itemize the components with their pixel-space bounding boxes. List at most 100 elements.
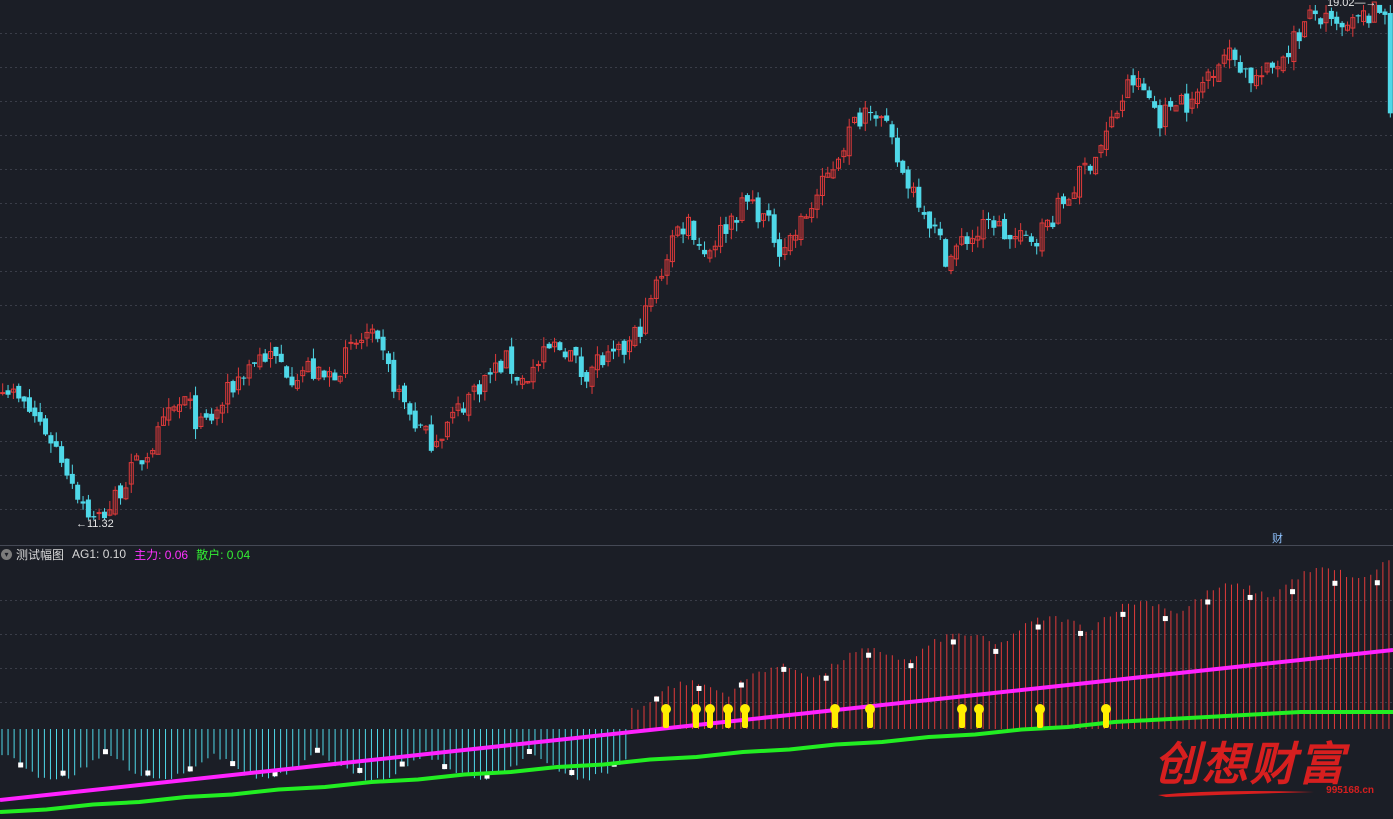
candle-body — [1286, 52, 1292, 58]
candle-body — [428, 424, 434, 451]
candle-body — [621, 340, 627, 355]
candle-body — [5, 390, 11, 395]
candle-body — [943, 239, 949, 267]
candle-body — [278, 353, 284, 363]
indicator-dot — [399, 761, 405, 767]
candle-body — [85, 499, 91, 518]
candle-body — [1061, 196, 1067, 205]
candle-body — [1028, 236, 1034, 242]
indicator-dot — [1290, 589, 1296, 595]
candle-body — [139, 460, 145, 465]
candle-body — [0, 392, 6, 395]
left-arrow-icon: ← — [76, 518, 87, 530]
ag1-value: AG1: 0.10 — [72, 547, 127, 561]
candle-body — [1312, 10, 1318, 15]
signal-head — [957, 704, 967, 714]
indicator-dot — [187, 766, 193, 772]
signal-head — [723, 704, 733, 714]
indicator-dot — [18, 762, 24, 768]
signal-head — [1101, 704, 1111, 714]
candle-body — [498, 360, 504, 373]
candle-body — [546, 343, 552, 349]
candlestick-series — [0, 1, 1393, 520]
indicator-dot — [1120, 611, 1126, 617]
candle-body — [1237, 62, 1243, 73]
candle-body — [766, 210, 772, 216]
candle-body — [1087, 165, 1093, 171]
indicator-dot — [1374, 580, 1380, 586]
indicator-dot — [526, 749, 532, 755]
signal-head — [705, 704, 715, 714]
candle-body — [680, 228, 686, 235]
candle-body — [284, 366, 290, 378]
candle-body — [584, 372, 590, 382]
candle-body — [1296, 32, 1302, 42]
candle-body — [289, 376, 295, 386]
candle-body — [43, 418, 49, 435]
candle-body — [744, 195, 750, 202]
candle-body — [696, 244, 702, 246]
candle-body — [1382, 11, 1388, 15]
candle-body — [80, 501, 86, 504]
indicator-dot — [866, 652, 872, 658]
candle-body — [916, 186, 922, 208]
main-force-value: 主力: 0.06 — [134, 547, 189, 562]
indicator-name[interactable]: 测试幅图 — [16, 546, 64, 563]
candle-body — [1034, 242, 1040, 247]
candle-body — [203, 413, 209, 418]
candle-body — [1007, 234, 1013, 240]
candle-body — [402, 385, 408, 403]
price-high-label: 19.02—→ — [1327, 0, 1377, 9]
signal-head — [865, 704, 875, 714]
candle-body — [905, 169, 911, 189]
candle-body — [991, 220, 997, 228]
candle-body — [1259, 75, 1265, 78]
candle-body — [412, 410, 418, 429]
chart-grid — [0, 33, 1393, 510]
candle-body — [230, 381, 236, 393]
candle-body — [868, 111, 874, 114]
candle-body — [418, 424, 424, 426]
indicator-dot — [1205, 599, 1211, 605]
indicator-dot — [823, 675, 829, 681]
candle-body — [857, 112, 863, 127]
indicator-dot — [1078, 630, 1084, 636]
brush-stroke — [1158, 791, 1314, 797]
candle-body — [573, 346, 579, 356]
chevron-down-icon[interactable]: ▾ — [1, 548, 12, 560]
candle-body — [477, 384, 483, 395]
candle-body — [321, 370, 327, 378]
signal-head — [974, 704, 984, 714]
indicator-dot — [1162, 616, 1168, 622]
indicator-dot — [1035, 624, 1041, 630]
candle-body — [964, 236, 970, 245]
candle-body — [691, 220, 697, 240]
indicator-dot — [1332, 580, 1338, 586]
candle-body — [894, 137, 900, 163]
indicator-dot — [442, 764, 448, 770]
candle-body — [1168, 101, 1174, 107]
finance-marker[interactable]: 财 — [1272, 530, 1283, 546]
candle-body — [37, 412, 43, 422]
candle-body — [75, 484, 81, 500]
candle-body — [487, 372, 493, 375]
candle-body — [53, 441, 59, 447]
candle-body — [755, 197, 761, 223]
indicator-dot — [950, 639, 956, 645]
candle-body — [878, 116, 884, 119]
candle-body — [937, 228, 943, 236]
signal-head — [830, 704, 840, 714]
indicator-dot — [908, 663, 914, 669]
candle-body — [1243, 68, 1249, 70]
indicator-dot — [102, 749, 108, 755]
indicator-dot — [993, 648, 999, 654]
candle-body — [1023, 234, 1029, 236]
stock-chart[interactable] — [0, 0, 1393, 819]
candle-body — [1248, 67, 1254, 84]
candle-body — [96, 512, 102, 515]
signal-head — [1035, 704, 1045, 714]
candle-body — [26, 397, 32, 412]
candle-body — [723, 224, 729, 234]
candle-body — [385, 353, 391, 365]
candle-body — [59, 446, 65, 463]
